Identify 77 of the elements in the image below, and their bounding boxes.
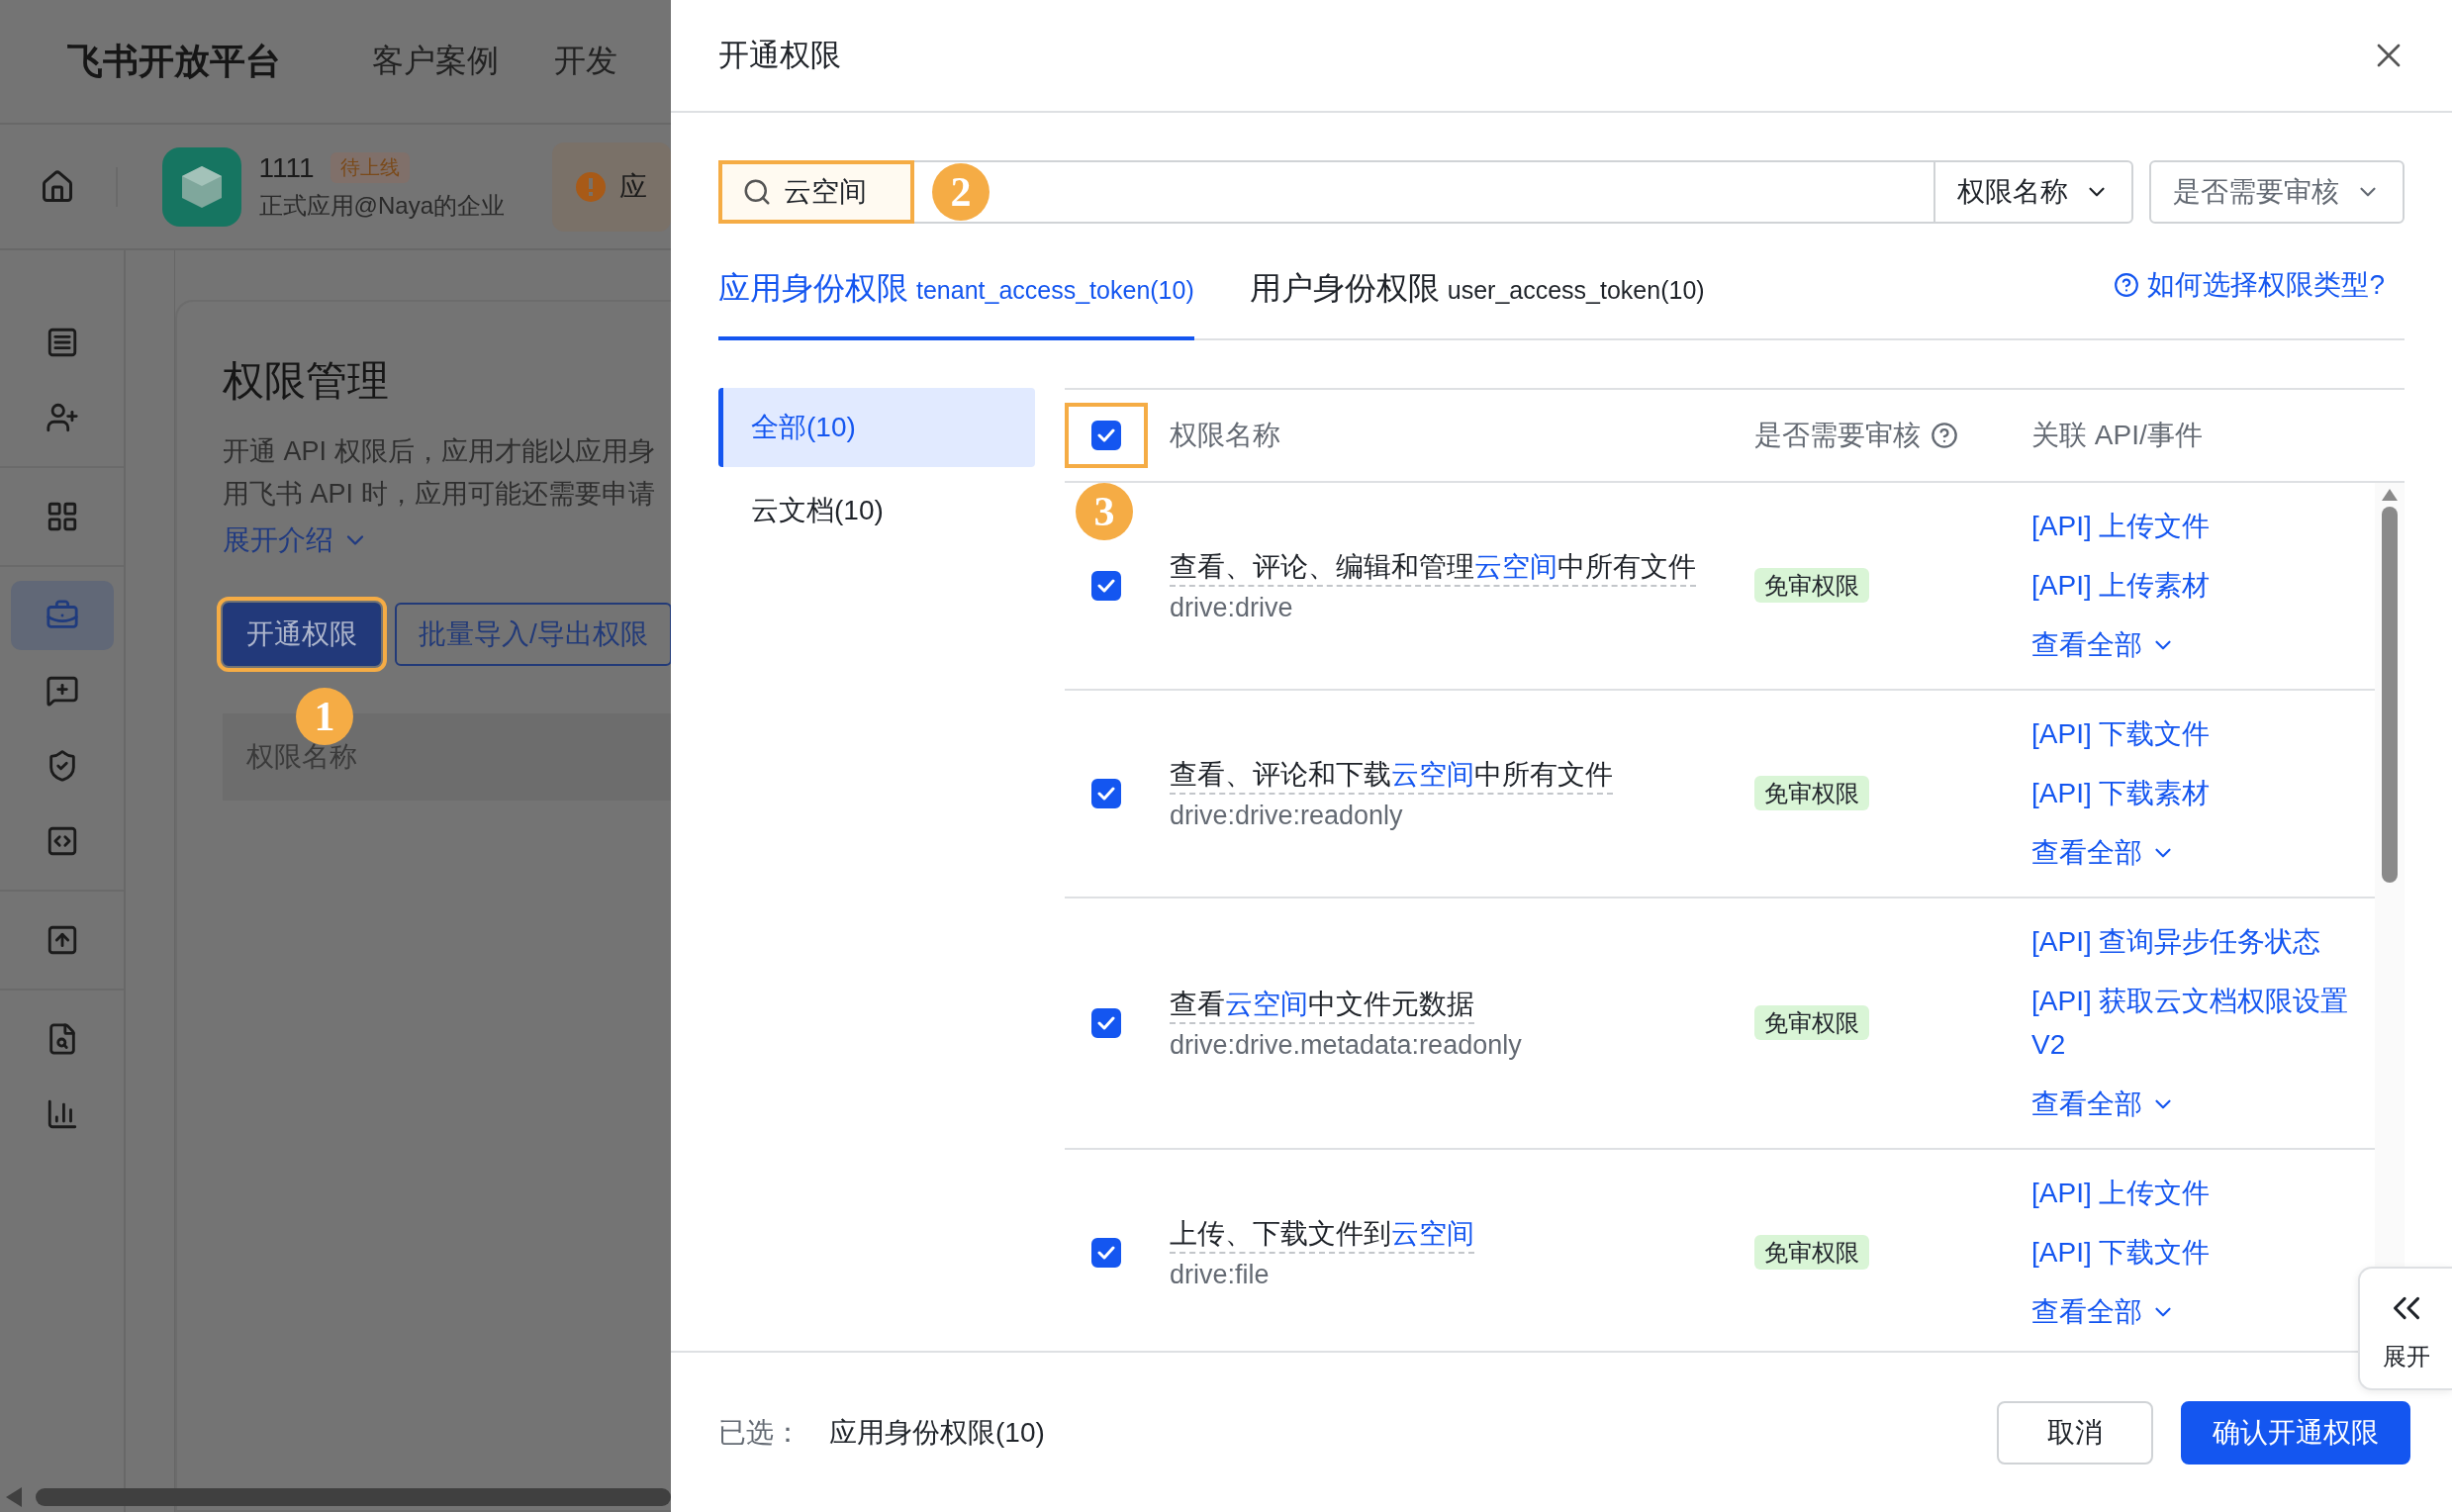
permission-scope: drive:drive:readonly bbox=[1170, 800, 1404, 831]
row-checkbox[interactable] bbox=[1091, 1008, 1121, 1038]
intro-text: 开通 API 权限后，应用才能以应用身 bbox=[223, 435, 656, 468]
confirm-button[interactable]: 确认开通权限 bbox=[2181, 1400, 2410, 1465]
search-bar[interactable]: 云空间 2 bbox=[718, 160, 1933, 224]
help-icon bbox=[2114, 272, 2140, 298]
help-link[interactable]: 如何选择权限类型? bbox=[2114, 266, 2405, 304]
intro-text: 用飞书 API 时，应用可能还需要申请 bbox=[223, 478, 656, 511]
category-item[interactable]: 云文档(10) bbox=[718, 471, 1035, 550]
api-link[interactable]: [API] 上传素材 bbox=[2031, 556, 2355, 615]
column-header: 关联 API/事件 bbox=[2031, 419, 2203, 452]
permission-tab[interactable]: 用户身份权限 user_access_token(10) bbox=[1249, 267, 1705, 340]
view-all-link[interactable]: 查看全部 bbox=[2031, 615, 2355, 675]
warning-icon bbox=[576, 171, 606, 202]
filter-select[interactable]: 权限名称 bbox=[1933, 160, 2133, 224]
select-all-checkbox[interactable] bbox=[1091, 421, 1121, 450]
row-checkbox[interactable] bbox=[1091, 571, 1121, 601]
selected-label: 已选： bbox=[718, 1415, 802, 1450]
row-checkbox[interactable] bbox=[1091, 1238, 1121, 1268]
selected-value: 应用身份权限(10) bbox=[829, 1415, 1045, 1450]
nav-link[interactable]: 客户案例 bbox=[372, 40, 499, 83]
app-icon bbox=[161, 146, 241, 227]
category-item[interactable]: 全部(10) bbox=[718, 388, 1035, 467]
chat-plus-icon bbox=[45, 674, 79, 708]
permission-name: 查看、评论、编辑和管理云空间中所有文件 bbox=[1170, 548, 1696, 587]
horizontal-scrollbar[interactable] bbox=[36, 1488, 671, 1506]
checkmark-icon bbox=[1097, 1016, 1115, 1030]
checkmark-icon bbox=[1097, 787, 1115, 801]
view-all-link[interactable]: 查看全部 bbox=[2031, 823, 2355, 883]
permission-name: 上传、下载文件到云空间 bbox=[1170, 1215, 1474, 1254]
cancel-button[interactable]: 取消 bbox=[1997, 1400, 2153, 1465]
view-all-link[interactable]: 查看全部 bbox=[2031, 1075, 2355, 1134]
api-link[interactable]: [API] 上传文件 bbox=[2031, 1164, 2355, 1223]
review-tag: 免审权限 bbox=[1754, 1235, 1869, 1270]
review-tag: 免审权限 bbox=[1754, 1005, 1869, 1040]
api-link[interactable]: [API] 下载素材 bbox=[2031, 764, 2355, 823]
api-link[interactable]: [API] 获取云文档权限设置V2 bbox=[2031, 972, 2355, 1075]
app-subtitle: 正式应用@Naya的企业 bbox=[258, 190, 505, 221]
scroll-up-icon[interactable] bbox=[2382, 489, 2398, 501]
step-marker: 2 bbox=[932, 163, 990, 221]
sidebar-item[interactable] bbox=[10, 581, 114, 650]
expand-panel-button[interactable]: 展开 bbox=[2358, 1267, 2452, 1390]
checkmark-icon bbox=[1097, 579, 1115, 593]
checkmark-icon bbox=[1097, 1246, 1115, 1260]
nav-link[interactable]: 开发 bbox=[554, 40, 617, 83]
column-header: 是否需要审核 bbox=[1754, 419, 1921, 452]
column-header: 权限名称 bbox=[1169, 419, 1281, 452]
app-name: 1111 bbox=[258, 151, 315, 184]
api-link[interactable]: [API] 查询异步任务状态 bbox=[2031, 912, 2355, 972]
status-tag: 待上线 bbox=[330, 152, 410, 183]
help-icon[interactable] bbox=[1931, 422, 1958, 449]
permission-name: 查看云空间中文件元数据 bbox=[1170, 986, 1474, 1024]
scroll-left-icon[interactable] bbox=[6, 1487, 22, 1507]
search-field[interactable]: 云空间 bbox=[718, 160, 914, 224]
step-marker: 1 bbox=[296, 688, 353, 745]
api-link[interactable]: [API] 下载文件 bbox=[2031, 705, 2355, 764]
dialog-title: 开通权限 bbox=[718, 37, 841, 74]
search-icon bbox=[742, 177, 772, 207]
permission-scope: drive:file bbox=[1170, 1259, 1271, 1290]
permission-scope: drive:drive bbox=[1170, 592, 1294, 623]
api-link[interactable]: [API] 上传文件 bbox=[2031, 497, 2355, 556]
page-title: 权限管理 bbox=[223, 356, 390, 406]
api-link[interactable]: [API] 下载文件 bbox=[2031, 1223, 2355, 1282]
permission-name: 查看、评论和下载云空间中所有文件 bbox=[1170, 756, 1613, 795]
row-checkbox[interactable] bbox=[1091, 779, 1121, 808]
review-tag: 免审权限 bbox=[1754, 568, 1869, 603]
vertical-scrollbar[interactable] bbox=[2382, 507, 2398, 883]
filter-select[interactable]: 是否需要审核 bbox=[2149, 160, 2405, 224]
view-all-link[interactable]: 查看全部 bbox=[2031, 1282, 2355, 1342]
step-marker: 3 bbox=[1076, 483, 1133, 540]
add-user-icon bbox=[45, 401, 79, 434]
permission-tab[interactable]: 应用身份权限 tenant_access_token(10) bbox=[718, 267, 1194, 340]
permission-scope: drive:drive.metadata:readonly bbox=[1170, 1029, 1523, 1061]
brand-name: 飞书开放平台 bbox=[67, 39, 281, 83]
checkmark-icon bbox=[1097, 428, 1115, 442]
notice-text: 应 bbox=[619, 169, 647, 204]
review-tag: 免审权限 bbox=[1754, 776, 1869, 810]
